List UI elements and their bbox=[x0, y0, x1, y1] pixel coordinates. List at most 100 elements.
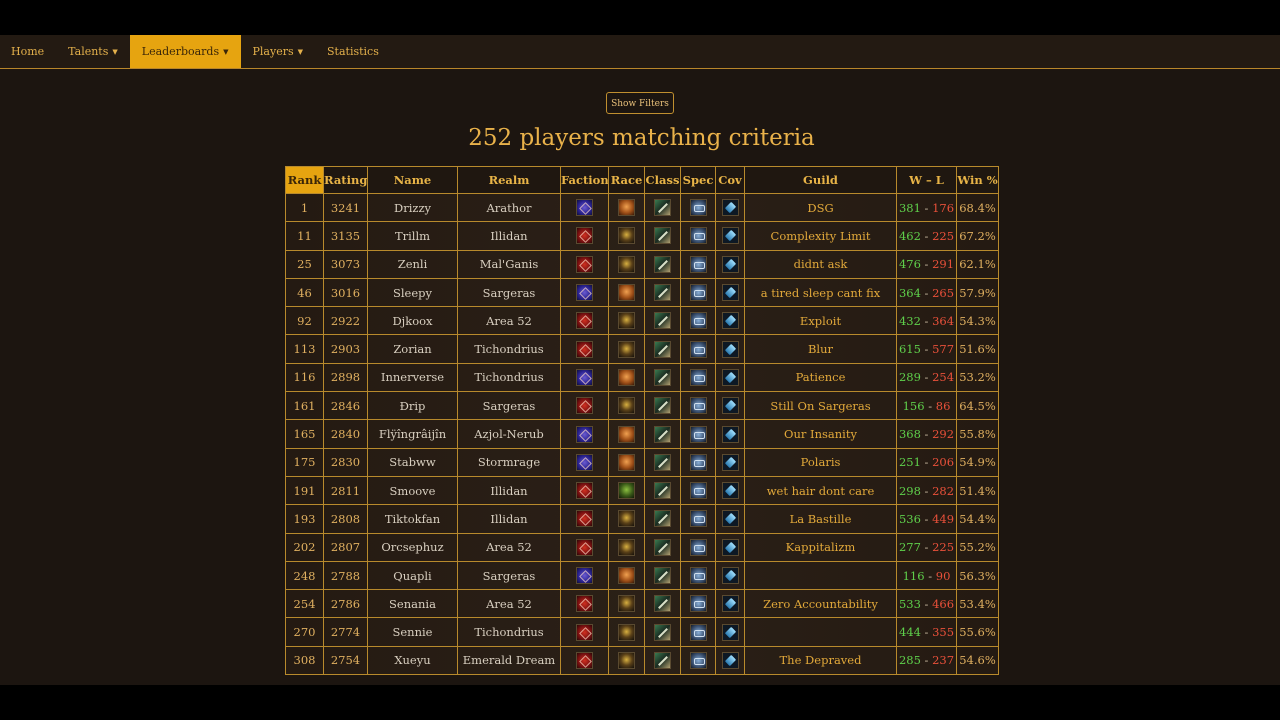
realm-cell: Tichondrius bbox=[457, 362, 561, 393]
win-loss-cell: 462 - 225 bbox=[896, 221, 957, 251]
cov-cell bbox=[715, 306, 745, 336]
win-loss-separator: - bbox=[924, 568, 936, 583]
nav-item-home[interactable]: Home bbox=[0, 35, 56, 68]
show-filters-button[interactable]: Show Filters bbox=[606, 92, 674, 114]
column-header-cov[interactable]: Cov bbox=[715, 166, 745, 194]
table-row[interactable]: 113 2903 Zorian Tichondrius Blur 615 - 577 51.… bbox=[285, 334, 999, 364]
horde-faction-icon bbox=[576, 255, 593, 273]
win-loss-separator: - bbox=[920, 427, 933, 442]
faction-cell bbox=[560, 391, 609, 421]
table-row[interactable]: 175 2830 Stabww Stormrage Polaris 251 - 206 54… bbox=[285, 447, 999, 477]
rank-cell: 116 bbox=[285, 362, 324, 393]
race-icon bbox=[618, 453, 635, 471]
table-row[interactable]: 165 2840 Flÿîngrâijîn Azjol-Nerub Our Insani… bbox=[285, 419, 999, 449]
realm-cell: Area 52 bbox=[457, 532, 561, 562]
column-header-rating[interactable]: Rating bbox=[323, 166, 368, 194]
losses-value: 86 bbox=[935, 398, 951, 413]
table-row[interactable]: 191 2811 Smoove Illidan wet hair dont care 29… bbox=[285, 475, 999, 506]
horde-faction-icon bbox=[576, 397, 593, 415]
class-cell bbox=[644, 645, 681, 676]
faction-cell bbox=[560, 362, 609, 393]
column-header-spec[interactable]: Spec bbox=[680, 166, 716, 194]
table-row[interactable]: 161 2846 Đrip Sargeras Still On Sargeras 156 … bbox=[285, 391, 999, 421]
table-row[interactable]: 25 3073 Zenli Mal'Ganis didnt ask 476 - 291 62… bbox=[285, 249, 999, 279]
column-header-class[interactable]: Class bbox=[644, 166, 681, 194]
table-row[interactable]: 270 2774 Sennie Tichondrius 444 - 355 55.6% bbox=[285, 617, 999, 647]
class-icon bbox=[654, 510, 671, 528]
wins-value: 289 bbox=[898, 370, 921, 385]
table-row[interactable]: 202 2807 Orcsephuz Area 52 Kappitalizm 277 - … bbox=[285, 532, 999, 562]
nav-item-leaderboards[interactable]: Leaderboards ▼ bbox=[129, 35, 241, 68]
column-header-faction[interactable]: Faction bbox=[560, 166, 609, 194]
race-icon bbox=[618, 255, 635, 273]
spec-cell bbox=[680, 504, 716, 534]
column-header-win[interactable]: Win % bbox=[956, 166, 999, 194]
nav-item-label: Players bbox=[252, 45, 294, 58]
player-name-link: Innerverse bbox=[367, 362, 458, 393]
column-header-name[interactable]: Name bbox=[367, 166, 458, 194]
rank-cell: 202 bbox=[285, 532, 324, 562]
nav-item-label: Leaderboards bbox=[141, 45, 220, 58]
class-cell bbox=[644, 334, 681, 364]
class-cell bbox=[644, 277, 681, 308]
table-row[interactable]: 11 3135 Trillm Illidan Complexity Limit 462 -… bbox=[285, 221, 999, 251]
table-row[interactable]: 193 2808 Tiktokfan Illidan La Bastille 536 - … bbox=[285, 504, 999, 534]
win-percent-cell: 56.3% bbox=[956, 560, 999, 591]
column-header-race[interactable]: Race bbox=[608, 166, 645, 194]
spec-cell bbox=[680, 249, 716, 279]
class-icon bbox=[654, 312, 671, 330]
nav-item-talents[interactable]: Talents ▼ bbox=[56, 35, 130, 68]
table-row[interactable]: 46 3016 Sleepy Sargeras a tired sleep cant f… bbox=[285, 277, 999, 308]
table-body: 1 3241 Drizzy Arathor DSG 381 - 176 68.4% 11 313… bbox=[285, 192, 999, 676]
column-header-realm[interactable]: Realm bbox=[457, 166, 561, 194]
nav-item-label: Statistics bbox=[327, 45, 379, 58]
wins-value: 444 bbox=[898, 625, 921, 640]
column-header-w-l[interactable]: W – L bbox=[896, 166, 957, 194]
rank-cell: 193 bbox=[285, 504, 324, 534]
cov-cell bbox=[715, 419, 745, 449]
win-loss-separator: - bbox=[920, 228, 933, 243]
wins-value: 615 bbox=[898, 342, 921, 357]
guild-cell: Polaris bbox=[744, 447, 897, 477]
nav-item-statistics[interactable]: Statistics bbox=[315, 35, 391, 68]
losses-value: 291 bbox=[932, 257, 955, 272]
wins-value: 116 bbox=[902, 568, 925, 583]
guild-cell: a tired sleep cant fix bbox=[744, 277, 897, 308]
win-loss-separator: - bbox=[920, 625, 933, 640]
spec-icon bbox=[689, 199, 707, 217]
column-header-rank[interactable]: Rank bbox=[285, 166, 324, 194]
column-header-guild[interactable]: Guild bbox=[744, 166, 897, 194]
cov-cell bbox=[715, 560, 745, 591]
wins-value: 156 bbox=[902, 398, 925, 413]
table-row[interactable]: 248 2788 Quapli Sargeras 116 - 90 56.3% bbox=[285, 560, 999, 591]
class-icon bbox=[654, 368, 671, 386]
table-row[interactable]: 92 2922 Djkoox Area 52 Exploit 432 - 364 54.3% bbox=[285, 306, 999, 336]
spec-icon bbox=[689, 284, 707, 302]
table-row[interactable]: 254 2786 Senania Area 52 Zero Accountability… bbox=[285, 589, 999, 619]
player-name-link: Flÿîngrâijîn bbox=[367, 419, 458, 449]
horde-faction-icon bbox=[576, 623, 593, 641]
win-percent-cell: 54.9% bbox=[956, 447, 999, 477]
covenant-icon bbox=[721, 199, 739, 217]
losses-value: 355 bbox=[932, 625, 955, 640]
guild-cell: Still On Sargeras bbox=[744, 391, 897, 421]
realm-cell: Illidan bbox=[457, 221, 561, 251]
table-header-row: Rank Rating Name Realm Faction Race Class Spec C… bbox=[285, 166, 999, 194]
realm-cell: Illidan bbox=[457, 504, 561, 534]
table-row[interactable]: 1 3241 Drizzy Arathor DSG 381 - 176 68.4% bbox=[285, 192, 999, 223]
spec-icon bbox=[689, 623, 707, 641]
rating-cell: 3073 bbox=[323, 249, 368, 279]
realm-cell: Illidan bbox=[457, 475, 561, 506]
nav-item-players[interactable]: Players ▼ bbox=[241, 35, 316, 68]
table-row[interactable]: 116 2898 Innerverse Tichondrius Patience 289 … bbox=[285, 362, 999, 393]
covenant-icon bbox=[721, 538, 739, 556]
race-cell bbox=[608, 589, 645, 619]
table-row[interactable]: 308 2754 Xueyu Emerald Dream The Depraved 285… bbox=[285, 645, 999, 676]
faction-cell bbox=[560, 277, 609, 308]
win-percent-cell: 62.1% bbox=[956, 249, 999, 279]
faction-cell bbox=[560, 249, 609, 279]
spec-icon bbox=[689, 482, 707, 500]
win-loss-separator: - bbox=[920, 596, 933, 611]
cov-cell bbox=[715, 362, 745, 393]
cov-cell bbox=[715, 617, 745, 647]
